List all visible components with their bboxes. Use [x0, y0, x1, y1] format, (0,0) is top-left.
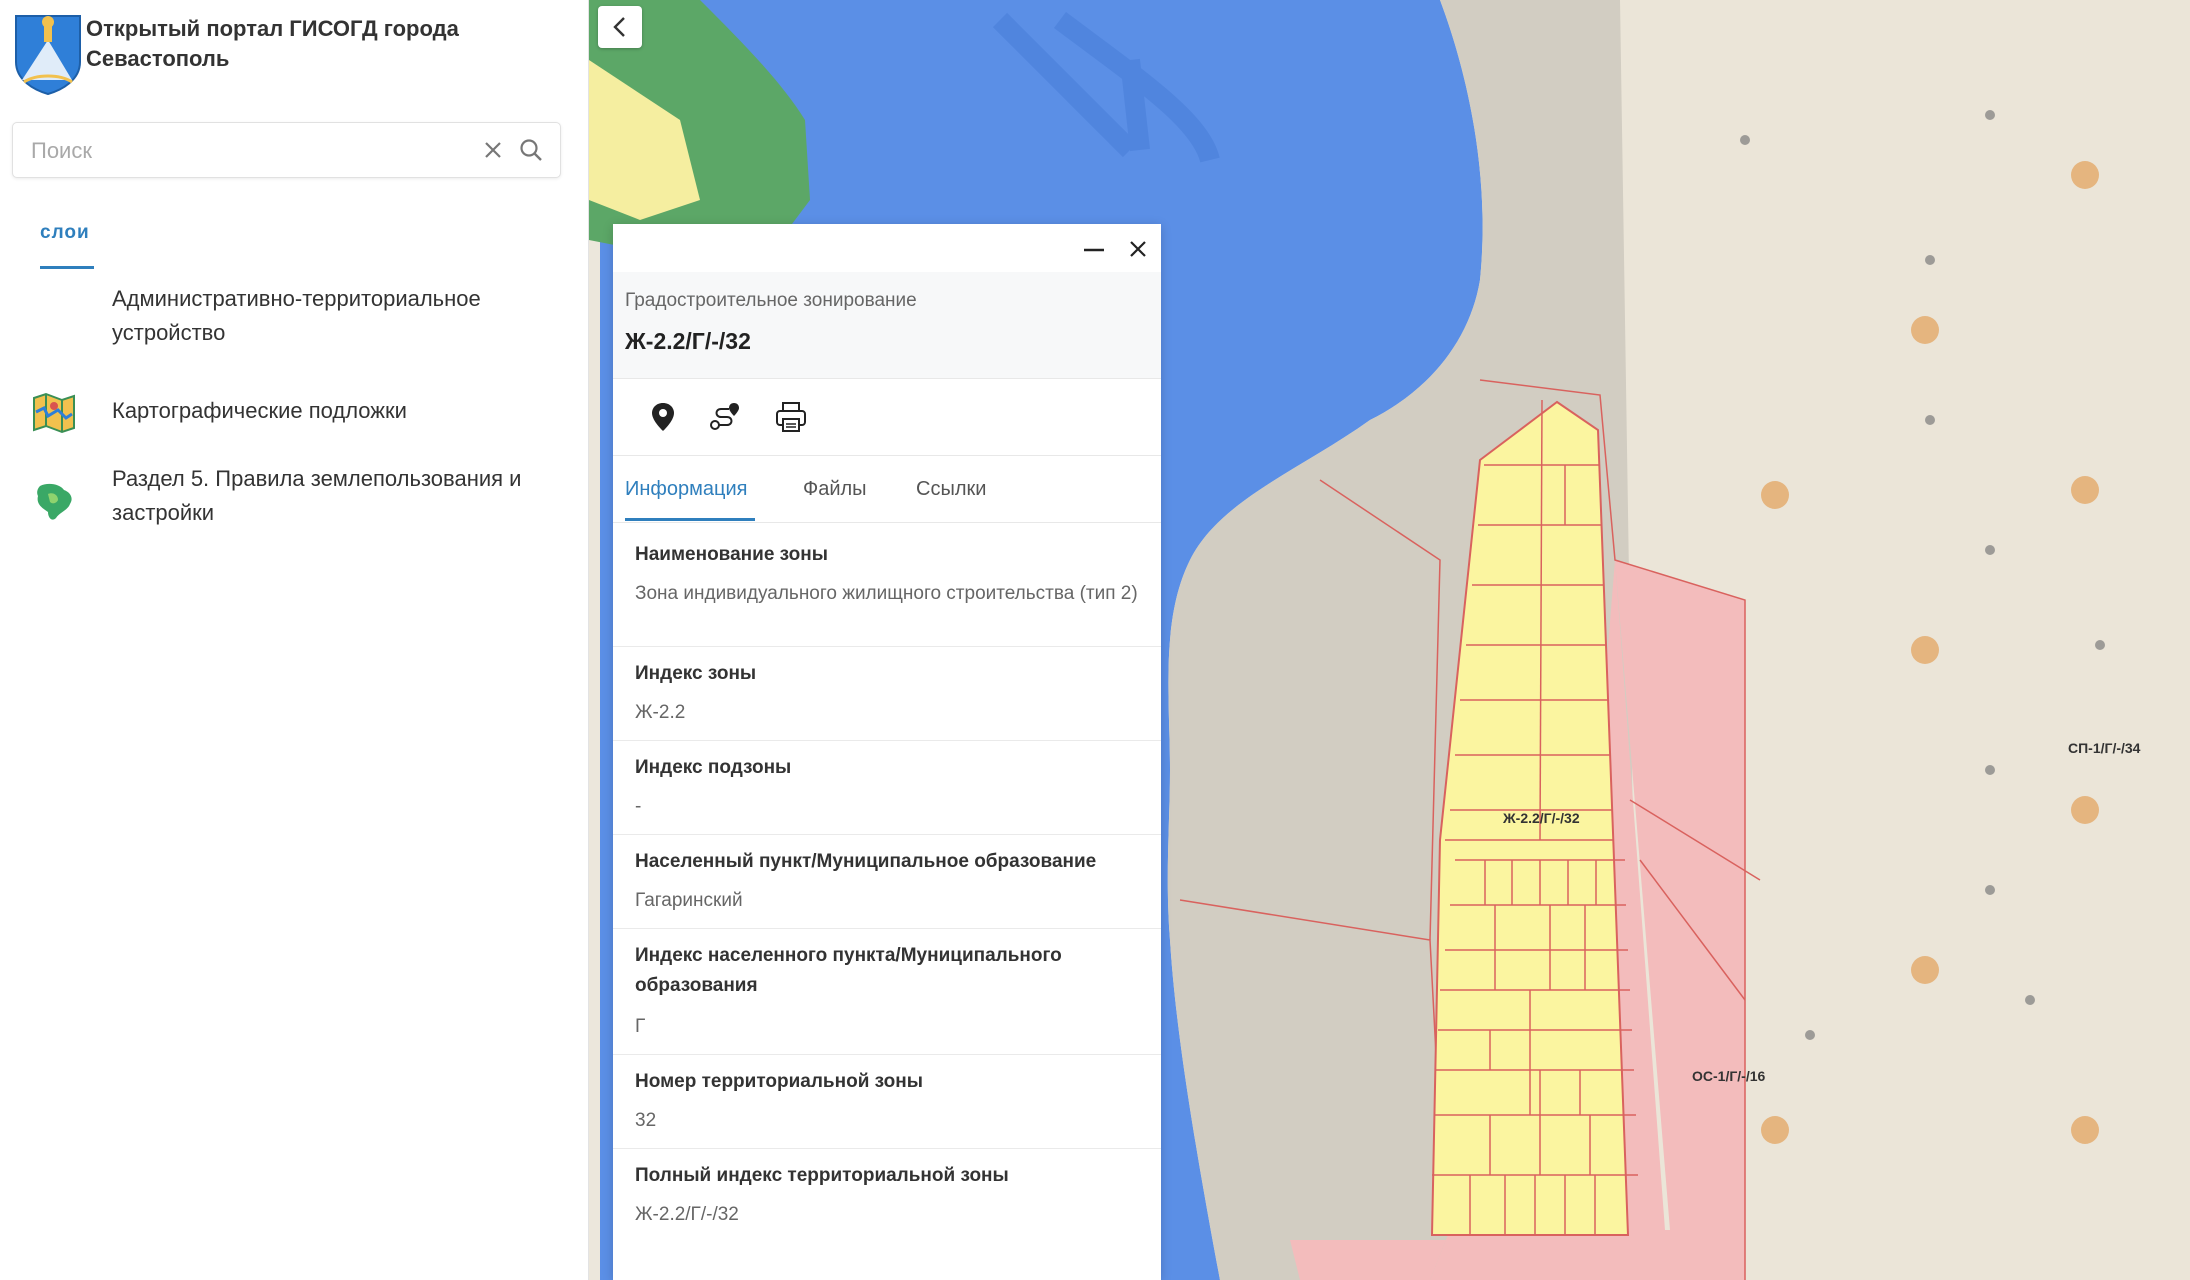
admin-division-icon	[30, 298, 78, 346]
tab-layers-underline	[40, 266, 94, 269]
layer-item-basemaps[interactable]: Картографические подложки	[0, 388, 589, 438]
field-value: Гагаринский	[635, 890, 743, 911]
field-label: Населенный пункт/Муниципальное образован…	[635, 851, 1097, 872]
sevastopol-coat-of-arms-icon	[15, 15, 81, 96]
field-full-zone-index: Полный индекс территориальной зоны Ж-2.2…	[613, 1149, 1161, 1243]
tab-links[interactable]: Ссылки	[916, 478, 986, 501]
sidebar: Открытый портал ГИСОГД города Севастопол…	[0, 0, 589, 1280]
field-label: Номер территориальной зоны	[635, 1071, 923, 1092]
search-input[interactable]	[29, 131, 473, 171]
map-label-os: ОС-1/Г/-/16	[1692, 1068, 1766, 1084]
field-zone-index: Индекс зоны Ж-2.2	[613, 647, 1161, 741]
layer-item-admin[interactable]: Административно-территориальное устройст…	[0, 282, 589, 362]
map-label-residential: Ж-2.2/Г/-/32	[1503, 810, 1580, 826]
field-value: Ж-2.2	[635, 702, 686, 723]
object-category: Градостроительное зонирование	[625, 290, 917, 311]
field-settlement: Населенный пункт/Муниципальное образован…	[613, 835, 1161, 929]
print-icon[interactable]	[773, 399, 809, 435]
field-subzone-index: Индекс подзоны -	[613, 741, 1161, 835]
field-value: Г	[635, 1016, 646, 1037]
search-box	[12, 122, 561, 178]
field-value: -	[635, 796, 642, 817]
field-value: Зона индивидуального жилищного строитель…	[635, 583, 1138, 604]
field-label: Индекс зоны	[635, 663, 757, 684]
portal-title: Открытый портал ГИСОГД города Севастопол…	[86, 16, 459, 71]
field-label: Индекс населенного пункта/Муниципального…	[635, 945, 1062, 996]
route-icon[interactable]	[707, 399, 743, 435]
active-tab-underline	[625, 518, 755, 521]
search-icon[interactable]	[516, 135, 546, 165]
close-icon[interactable]	[1123, 234, 1153, 264]
zone-code: Ж-2.2/Г/-/32	[625, 328, 751, 354]
field-value: 32	[635, 1110, 657, 1131]
action-row	[613, 379, 1161, 456]
field-settlement-index: Индекс населенного пункта/Муниципального…	[613, 929, 1161, 1055]
tab-layers[interactable]: слои	[40, 222, 90, 244]
map-basemap-icon	[33, 392, 75, 434]
brand[interactable]	[12, 10, 84, 96]
field-label: Наименование зоны	[635, 544, 828, 565]
object-info-panel: Градостроительное зонирование Ж-2.2/Г/-/…	[613, 224, 1161, 1280]
location-pin-icon[interactable]	[645, 399, 681, 435]
field-zone-name: Наименование зоны Зона индивидуального ж…	[613, 522, 1161, 647]
land-use-icon	[37, 483, 72, 520]
field-zone-number: Номер территориальной зоны 32	[613, 1055, 1161, 1149]
panel-tabs: Информация Файлы Ссылки	[613, 456, 1161, 523]
chevron-left-icon	[613, 17, 625, 37]
clear-icon[interactable]	[478, 135, 508, 165]
minimize-icon[interactable]	[1079, 234, 1109, 264]
field-label: Полный индекс территориальной зоны	[635, 1165, 1009, 1186]
tab-files[interactable]: Файлы	[803, 478, 867, 501]
panel-header	[613, 224, 1161, 273]
field-value: Ж-2.2/Г/-/32	[635, 1204, 739, 1225]
layer-label: Административно-территориальное устройст…	[112, 286, 481, 345]
field-label: Индекс подзоны	[635, 757, 792, 778]
layer-label: Раздел 5. Правила землепользования и зас…	[112, 466, 522, 525]
layer-label: Картографические подложки	[112, 398, 407, 423]
panel-title-block: Градостроительное зонирование Ж-2.2/Г/-/…	[613, 272, 1161, 379]
collapse-sidebar-button[interactable]	[598, 6, 642, 48]
map-label-sp: СП-1/Г/-/34	[2068, 740, 2141, 756]
tab-information[interactable]: Информация	[625, 478, 747, 501]
layer-item-land-use[interactable]: Раздел 5. Правила землепользования и зас…	[0, 462, 589, 542]
